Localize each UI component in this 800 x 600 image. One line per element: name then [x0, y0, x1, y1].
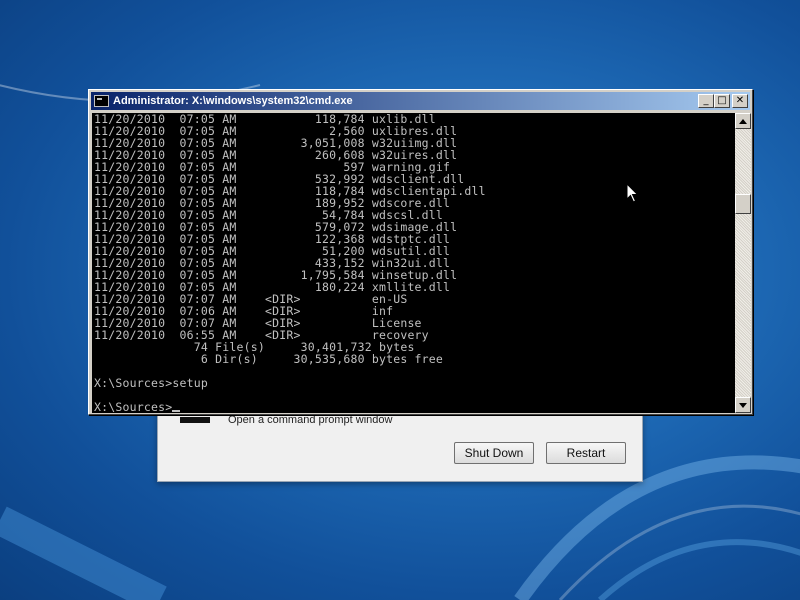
restart-button[interactable]: Restart	[546, 442, 626, 464]
minimize-button[interactable]: _	[698, 94, 714, 108]
window-title: Administrator: X:\windows\system32\cmd.e…	[113, 95, 353, 107]
mouse-pointer-icon	[626, 183, 639, 203]
text-cursor	[172, 410, 181, 412]
vertical-scrollbar[interactable]	[735, 113, 751, 413]
command-prompt-description: Open a command prompt window	[228, 414, 393, 426]
close-button[interactable]: ✕	[732, 94, 748, 108]
cmd-window: Administrator: X:\windows\system32\cmd.e…	[88, 89, 753, 415]
console-text: 11/20/2010 07:05 AM 118,784 uxlib.dll 11…	[92, 113, 735, 413]
scroll-up-button[interactable]	[735, 113, 751, 129]
scroll-down-arrow-icon	[739, 402, 747, 408]
command-prompt-icon[interactable]	[180, 417, 210, 423]
shut-down-button[interactable]: Shut Down	[454, 442, 534, 464]
command-prompt[interactable]: X:\Sources>	[94, 400, 172, 413]
scroll-down-button[interactable]	[735, 397, 751, 413]
scroll-up-arrow-icon	[739, 118, 747, 124]
maximize-button[interactable]: □	[714, 94, 730, 108]
title-bar[interactable]: Administrator: X:\windows\system32\cmd.e…	[91, 92, 750, 110]
console-output[interactable]: 11/20/2010 07:05 AM 118,784 uxlib.dll 11…	[92, 113, 735, 413]
cmd-icon[interactable]	[94, 95, 109, 107]
console-line: 6 Dir(s) 30,535,680 bytes free	[94, 352, 444, 366]
scroll-thumb[interactable]	[735, 194, 751, 214]
console-line: X:\Sources>setup	[94, 376, 208, 390]
